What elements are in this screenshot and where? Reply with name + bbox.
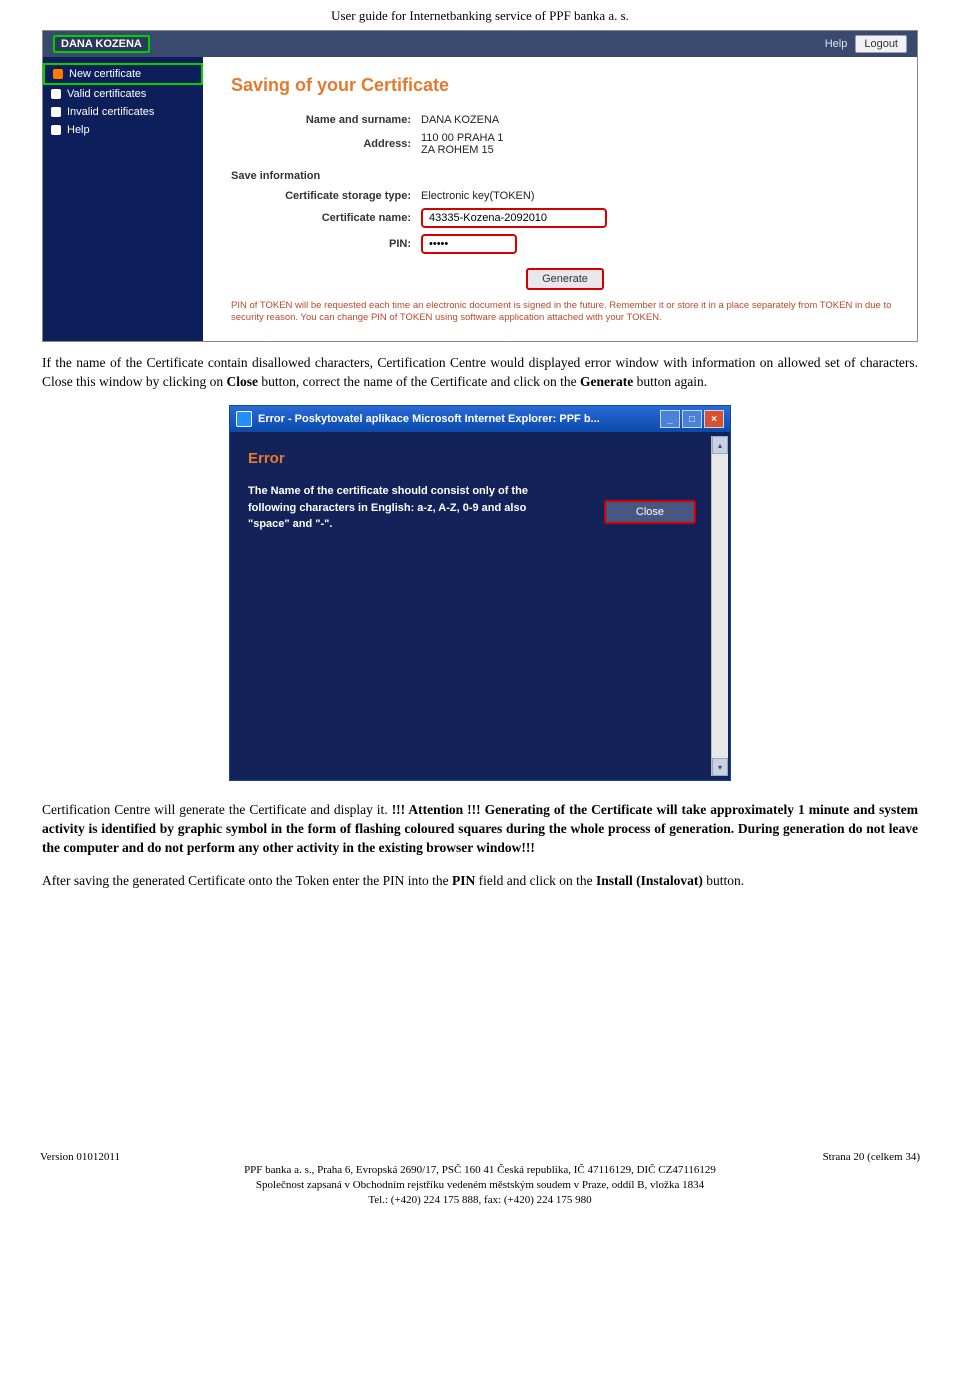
section-save-info: Save information [231, 170, 899, 182]
footer: Version 01012011 Strana 20 (celkem 34) P… [40, 1151, 920, 1208]
sidebar-item-label: Valid certificates [67, 88, 146, 100]
address-line: 110 00 PRAHA 1 [421, 132, 503, 144]
page-number: Strana 20 (celkem 34) [823, 1151, 920, 1163]
close-button[interactable]: Close [604, 500, 696, 524]
bullet-icon [53, 69, 63, 79]
minimize-icon[interactable]: _ [660, 410, 680, 428]
text: button. [703, 873, 744, 888]
bullet-icon [51, 89, 61, 99]
scrollbar[interactable]: ▴ ▾ [711, 436, 728, 776]
help-link[interactable]: Help [825, 38, 848, 50]
text: button, correct the name of the Certific… [258, 374, 580, 389]
generate-button[interactable]: Generate [526, 268, 604, 290]
paragraph: If the name of the Certificate contain d… [42, 354, 918, 392]
address-line: ZA ROHEM 15 [421, 144, 503, 156]
scroll-down-icon[interactable]: ▾ [712, 758, 728, 776]
footer-line: PPF banka a. s., Praha 6, Evropská 2690/… [40, 1163, 920, 1178]
storage-value: Electronic key(TOKEN) [421, 190, 535, 202]
error-heading: Error [248, 450, 712, 467]
bullet-icon [51, 125, 61, 135]
storage-label: Certificate storage type: [231, 190, 421, 202]
modal-title-text: Error - Poskytovatel aplikace Microsoft … [258, 413, 600, 425]
sidebar: New certificate Valid certificates Inval… [43, 57, 203, 341]
pin-label: PIN: [231, 238, 421, 250]
error-modal: Error - Poskytovatel aplikace Microsoft … [229, 405, 731, 781]
certificate-name-input[interactable] [421, 208, 607, 228]
text-bold: Install (Instalovat) [596, 873, 703, 888]
main-panel: Saving of your Certificate Name and surn… [203, 57, 917, 341]
sidebar-item-new-certificate[interactable]: New certificate [43, 63, 203, 85]
text: field and click on the [475, 873, 596, 888]
text: After saving the generated Certificate o… [42, 873, 452, 888]
error-text: The Name of the certificate should consi… [248, 483, 548, 533]
user-chip: DANA KOZENA [53, 35, 150, 53]
sidebar-item-invalid-certificates[interactable]: Invalid certificates [43, 103, 203, 121]
paragraph: Certification Centre will generate the C… [42, 801, 918, 858]
certname-label: Certificate name: [231, 212, 421, 224]
panel-title: Saving of your Certificate [231, 75, 899, 96]
logout-button[interactable]: Logout [855, 35, 907, 53]
text: Certification Centre will generate the C… [42, 802, 388, 817]
sidebar-item-label: Help [67, 124, 90, 136]
footer-line: Společnost zapsaná v Obchodním rejstříku… [40, 1178, 920, 1193]
screenshot-app: DANA KOZENA Help Logout New certificate … [42, 30, 918, 342]
name-label: Name and surname: [231, 114, 421, 126]
modal-body: Error The Name of the certificate should… [230, 432, 730, 780]
pin-input[interactable] [421, 234, 517, 254]
ie-icon [236, 411, 252, 427]
sidebar-item-label: Invalid certificates [67, 106, 154, 118]
address-value: 110 00 PRAHA 1 ZA ROHEM 15 [421, 132, 503, 156]
sidebar-item-valid-certificates[interactable]: Valid certificates [43, 85, 203, 103]
name-value: DANA KOZENA [421, 114, 499, 126]
scroll-up-icon[interactable]: ▴ [712, 436, 728, 454]
text-bold: PIN [452, 873, 475, 888]
footer-line: Tel.: (+420) 224 175 888, fax: (+420) 22… [40, 1193, 920, 1208]
bullet-icon [51, 107, 61, 117]
text-bold: Generate [580, 374, 633, 389]
sidebar-item-help[interactable]: Help [43, 121, 203, 139]
text-bold: Close [227, 374, 259, 389]
text: button again. [633, 374, 707, 389]
close-icon[interactable]: × [704, 410, 724, 428]
modal-titlebar: Error - Poskytovatel aplikace Microsoft … [230, 406, 730, 432]
warning-text: PIN of TOKEN will be requested each time… [231, 300, 899, 325]
maximize-icon[interactable]: □ [682, 410, 702, 428]
address-label: Address: [231, 138, 421, 150]
paragraph: After saving the generated Certificate o… [42, 872, 918, 891]
sidebar-item-label: New certificate [69, 68, 141, 80]
doc-header: User guide for Internetbanking service o… [40, 0, 920, 30]
top-bar: DANA KOZENA Help Logout [43, 31, 917, 57]
version-text: Version 01012011 [40, 1151, 120, 1163]
